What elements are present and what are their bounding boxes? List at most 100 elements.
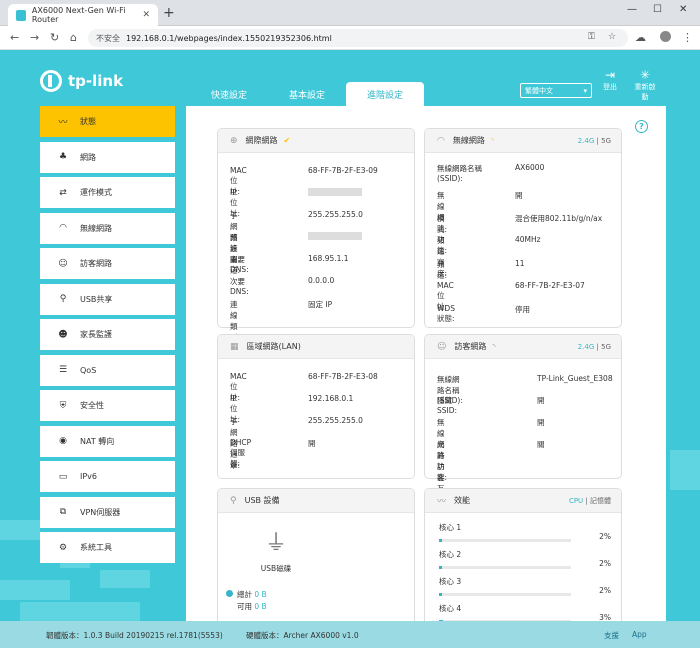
sidebar-item-security[interactable]: ⛨ 安全性 xyxy=(40,390,175,421)
usb-total-label: 總計 xyxy=(237,590,252,599)
url-text[interactable]: 192.168.0.1/webpages/index.1550219352306… xyxy=(126,34,332,43)
band-separator: | xyxy=(596,136,599,145)
row-key: DHCP 伺服器: xyxy=(230,438,252,468)
band-5g[interactable]: 5G xyxy=(601,343,611,351)
row-value: 255.255.255.0 xyxy=(308,210,363,219)
reboot-icon: ✳ xyxy=(639,68,651,82)
gear-icon: ⚙ xyxy=(58,542,68,553)
back-icon[interactable]: ← xyxy=(10,31,19,44)
support-link[interactable]: 支援 xyxy=(604,630,619,641)
tab-quick-setup[interactable]: 快速設定 xyxy=(190,82,268,106)
card-title: 訪客網路 xyxy=(454,342,487,351)
row-value: 開 xyxy=(308,439,316,448)
sidebar-item-parental[interactable]: ☻ 家長監護 xyxy=(40,319,175,350)
help-icon[interactable]: ? xyxy=(635,120,648,133)
band-2g[interactable]: 2.4G xyxy=(578,137,595,145)
key-icon[interactable]: ⚿ xyxy=(588,32,595,42)
row-value: 40MHz xyxy=(515,235,541,244)
perf-cpu[interactable]: CPU xyxy=(569,497,583,505)
sidebar-item-label: NAT 轉向 xyxy=(80,436,115,446)
redacted-value xyxy=(308,232,362,242)
new-tab-icon[interactable]: + xyxy=(163,5,175,21)
sidebar-item-label: 訪客網路 xyxy=(80,259,112,268)
sidebar-item-usb[interactable]: ⚲ USB共享 xyxy=(40,283,175,315)
usb-plug-icon: ⏚ xyxy=(264,531,287,556)
avatar[interactable] xyxy=(660,31,671,42)
row-key: 主要 DNS: xyxy=(230,255,249,274)
band-5g[interactable]: 5G xyxy=(601,137,611,145)
browser-tab-strip: AX6000 Next-Gen Wi-Fi Router ✕ + — ☐ ✕ xyxy=(0,0,700,26)
mode-icon: ⇄ xyxy=(59,187,67,198)
maximize-icon[interactable]: ☐ xyxy=(653,4,662,15)
tab-basic[interactable]: 基本設定 xyxy=(268,82,346,106)
cpu-core-label: 核心 1 xyxy=(439,523,462,532)
sidebar-item-vpn[interactable]: ⧉ VPN伺服器 xyxy=(40,496,175,528)
perf-switch[interactable]: CPU | 記憶體 xyxy=(569,496,611,506)
forward-icon[interactable]: → xyxy=(30,31,39,44)
sidebar-item-label: 安全性 xyxy=(80,401,104,410)
reload-icon[interactable]: ↻ xyxy=(50,31,59,44)
band-switch[interactable]: 2.4G | 5G xyxy=(578,343,611,351)
row-key: 無線網路名稱 (SSID): xyxy=(437,164,482,183)
guest-card: ☺ 訪客網路 ◝ 2.4G | 5G 無線網路名稱 (SSID): TP-Link_G… xyxy=(424,334,622,526)
sidebar-item-wireless[interactable]: ◠ 無線網路 xyxy=(40,212,175,244)
cpu-core: 核心 2 2% xyxy=(439,549,611,569)
band-2g[interactable]: 2.4G xyxy=(578,343,595,351)
card-title: 效能 xyxy=(454,496,471,505)
menu-icon[interactable]: ⋮ xyxy=(682,31,693,44)
reboot-button[interactable]: ✳ 重新啟動 xyxy=(632,68,658,102)
logo-icon xyxy=(40,70,62,92)
close-tab-icon[interactable]: ✕ xyxy=(142,10,150,20)
close-window-icon[interactable]: ✕ xyxy=(679,4,687,15)
perf-memory[interactable]: 記憶體 xyxy=(590,497,611,505)
logout-icon: ⇥ xyxy=(604,68,616,82)
sidebar-item-qos[interactable]: ☰ QoS xyxy=(40,354,175,386)
cpu-core: 核心 1 2% xyxy=(439,522,611,542)
row-value: AX6000 xyxy=(515,163,545,172)
star-icon[interactable]: ☆ xyxy=(608,32,616,42)
browser-tab[interactable]: AX6000 Next-Gen Wi-Fi Router ✕ xyxy=(8,4,158,26)
sidebar-item-label: 網路 xyxy=(80,152,96,162)
sidebar-item-guest[interactable]: ☺ 訪客網路 xyxy=(40,248,175,279)
home-icon[interactable]: ⌂ xyxy=(70,31,77,44)
band-switch[interactable]: 2.4G | 5G xyxy=(578,137,611,145)
cpu-core-value: 2% xyxy=(599,586,611,595)
redacted-value xyxy=(308,188,362,198)
cpu-core-bar xyxy=(439,593,571,596)
row-value: 開 xyxy=(515,191,523,200)
sidebar-item-label: VPN伺服器 xyxy=(80,507,121,517)
sidebar-item-label: QoS xyxy=(80,365,97,375)
row-key: 隱藏 SSID: xyxy=(437,396,458,415)
tab-advanced[interactable]: 進階設定 xyxy=(346,82,424,106)
app-link[interactable]: App xyxy=(632,630,647,639)
usb-disk-label: USB磁碟 xyxy=(260,564,292,573)
url-field[interactable]: 不安全 192.168.0.1/webpages/index.155021935… xyxy=(88,29,628,47)
usb-icon: ⚲ xyxy=(59,294,67,304)
sidebar-item-status[interactable]: 〰 狀態 xyxy=(40,106,175,137)
globe-icon: ⊕ xyxy=(230,135,238,146)
router-app: tp-link 快速設定 基本設定 進階設定 繁體中文 ⇥ 登出 ✳ 重新啟動 … xyxy=(0,50,700,648)
usb-disk[interactable]: ⏚ USB磁碟 xyxy=(246,525,306,574)
row-value: 混合使用802.11b/g/n/ax xyxy=(515,214,603,223)
sidebar-item-ipv6[interactable]: ▭ IPv6 xyxy=(40,461,175,492)
logout-button[interactable]: ⇥ 登出 xyxy=(603,68,617,92)
minimize-icon[interactable]: — xyxy=(627,4,637,15)
main-tabs: 快速設定 基本設定 進階設定 xyxy=(190,82,424,106)
extension-icon[interactable]: ☁ xyxy=(635,31,646,44)
cpu-core-label: 核心 2 xyxy=(439,550,462,559)
address-bar: ← → ↻ ⌂ 不安全 192.168.0.1/webpages/index.1… xyxy=(0,26,700,50)
footer: 韌體版本：1.0.3 Build 20190215 rel.1781(5553)… xyxy=(0,621,700,648)
sidebar-item-system[interactable]: ⚙ 系統工具 xyxy=(40,532,175,563)
usb-avail-label: 可用 xyxy=(237,602,252,611)
language-select[interactable]: 繁體中文 xyxy=(520,83,592,98)
sidebar-item-network[interactable]: ♣ 網路 xyxy=(40,141,175,173)
pulse-icon: 〰 xyxy=(58,118,68,128)
nat-icon: ◉ xyxy=(59,436,67,446)
shield-icon: ⛨ xyxy=(59,400,67,411)
vpn-icon: ⧉ xyxy=(59,507,67,517)
tp-link-logo[interactable]: tp-link xyxy=(40,70,123,92)
row-value: 開 xyxy=(537,418,545,427)
security-label[interactable]: 不安全 xyxy=(96,33,120,44)
sidebar-item-mode[interactable]: ⇄ 運作模式 xyxy=(40,177,175,208)
sidebar-item-nat[interactable]: ◉ NAT 轉向 xyxy=(40,425,175,457)
